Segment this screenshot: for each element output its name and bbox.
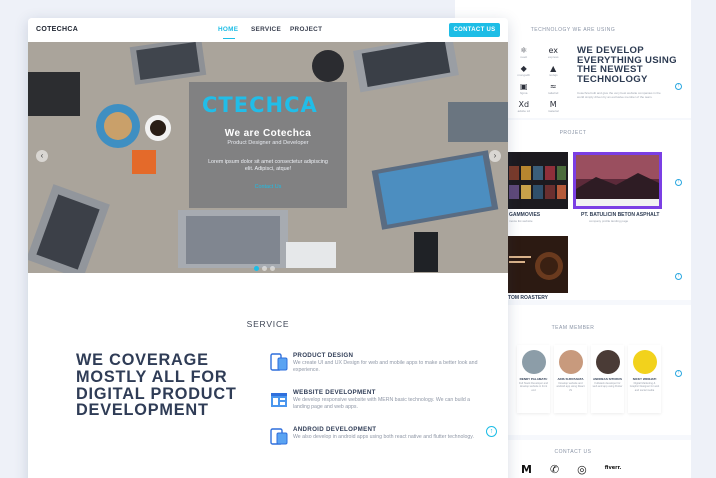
website-development-text: We develop responsive website with MERN … bbox=[293, 397, 471, 410]
carousel-next-icon[interactable]: › bbox=[489, 150, 501, 162]
hero-carousel: CTECHCA We are Cotechca Product Designer… bbox=[28, 42, 508, 273]
product-design-icon bbox=[270, 353, 288, 371]
instagram-icon[interactable]: ◎ bbox=[577, 463, 587, 476]
project-thumbnail-tom-roastery[interactable] bbox=[505, 236, 568, 293]
nodejs-icon: ▲ nodejs bbox=[548, 64, 558, 77]
brand-logo[interactable]: COTECHCA bbox=[36, 26, 78, 33]
android-development-title: ANDROID DEVELOPMENT bbox=[293, 426, 377, 433]
carousel-prev-icon[interactable]: ‹ bbox=[36, 150, 48, 162]
hero-description: Lorem ipsum dolor sit amet consectetur a… bbox=[208, 159, 328, 172]
fiverr-icon[interactable]: fiverr. bbox=[605, 463, 621, 476]
tech-icon-grid: ⚛ react ex express ◆ mongodb ▲ nodejs ▣ figma… bbox=[511, 46, 566, 113]
scroll-up-icon[interactable]: ↑ bbox=[675, 179, 682, 186]
express-icon: ex express bbox=[547, 46, 559, 59]
website-development-title: WEBSITE DEVELOPMENT bbox=[293, 389, 376, 396]
avatar bbox=[632, 350, 657, 374]
nav-project[interactable]: PROJECT bbox=[290, 26, 322, 33]
react-icon: ⚛ react bbox=[520, 46, 528, 59]
avatar bbox=[521, 350, 546, 374]
scroll-up-icon[interactable]: ↑ bbox=[675, 273, 682, 280]
hero-contact-link[interactable]: Contact Us bbox=[189, 184, 347, 190]
hero-subtitle: Product Designer and Developer bbox=[227, 140, 309, 146]
contact-icons: M ✆ ◎ fiverr. bbox=[521, 463, 621, 476]
gmail-icon[interactable]: M bbox=[521, 463, 532, 476]
nav-home[interactable]: HOME bbox=[218, 26, 238, 33]
scroll-up-icon[interactable]: ↑ bbox=[675, 370, 682, 377]
project-caption-tom-roastery: TOM ROASTERY bbox=[508, 295, 549, 301]
team-member-card: RENDY PALAMATU Full Stack Developer and … bbox=[517, 345, 550, 413]
member-name: NICKY WIDIHATI bbox=[632, 377, 657, 381]
tech-heading: WE DEVELOP EVERYTHING USING THE NEWEST T… bbox=[577, 45, 677, 85]
team-member-card: ANDREAS SITORUS Fullstack developer for … bbox=[591, 345, 624, 413]
carousel-dot[interactable] bbox=[262, 266, 267, 271]
service-section-title: SERVICE bbox=[246, 319, 290, 329]
material-icon: Mmaterial bbox=[547, 100, 559, 113]
xd-icon: Xd adobe xd bbox=[517, 100, 530, 113]
figma-icon: ▣ figma bbox=[519, 82, 528, 95]
android-development-icon bbox=[270, 428, 288, 445]
nav-service[interactable]: SERVICE bbox=[251, 26, 281, 33]
member-role: Fullstack developer for web and app usin… bbox=[592, 382, 623, 389]
whatsapp-icon[interactable]: ✆ bbox=[550, 463, 559, 476]
member-name: ANDREAS SITORUS bbox=[593, 377, 622, 381]
avatar bbox=[595, 350, 620, 374]
team-member-card: ADIS SURYANATA Develop website and andro… bbox=[554, 345, 587, 413]
tech-description: Cotechca built and give the very best we… bbox=[577, 91, 661, 99]
member-name: RENDY PALAMATU bbox=[519, 377, 548, 381]
project-thumbnail-gammovies[interactable] bbox=[505, 152, 568, 209]
navbar: COTECHCA HOME SERVICE PROJECT CONTACT US bbox=[28, 18, 508, 42]
tom-roastery-screenshot-icon bbox=[505, 236, 568, 293]
member-name: ADIS SURYANATA bbox=[557, 377, 584, 381]
website-development-icon bbox=[271, 393, 287, 407]
project-thumbnail-batulicin[interactable] bbox=[573, 152, 662, 209]
android-development-text: We also develop in android apps using bo… bbox=[293, 434, 474, 440]
project-sub-batulicin: company profile landing page bbox=[589, 219, 629, 223]
team-member-card: NICKY WIDIHATI Digital Marketing & Graph… bbox=[628, 345, 661, 413]
scroll-up-button[interactable]: ↑ bbox=[486, 426, 497, 437]
product-design-title: PRODUCT DESIGN bbox=[293, 352, 354, 359]
mongodb-icon: ◆ mongodb bbox=[517, 64, 530, 77]
member-role: Digital Marketing & Graphic Designer for… bbox=[629, 382, 660, 392]
project-caption-batulicin: PT. BATULICIN BETON ASPHALT bbox=[581, 212, 660, 218]
cotechca-logo: CTECHCA bbox=[202, 93, 318, 117]
avatar bbox=[558, 350, 583, 374]
hero-title: We are Cotechca bbox=[224, 128, 312, 139]
scroll-up-icon[interactable]: ↑ bbox=[675, 83, 682, 90]
batulicin-screenshot-icon bbox=[576, 155, 659, 206]
carousel-dot[interactable] bbox=[254, 266, 259, 271]
project-caption-gammovies: GAMMOVIES bbox=[509, 212, 541, 218]
carousel-dot[interactable] bbox=[270, 266, 275, 271]
contact-us-button[interactable]: CONTACT US bbox=[449, 23, 500, 37]
product-design-text: We create UI and UX Design for web and m… bbox=[293, 360, 478, 373]
main-page-window: COTECHCA HOME SERVICE PROJECT CONTACT US bbox=[28, 18, 508, 478]
service-heading: WE COVERAGE MOSTLY ALL FOR DIGITAL PRODU… bbox=[76, 351, 237, 420]
active-nav-indicator bbox=[223, 38, 235, 39]
gammovies-screenshot-icon bbox=[505, 152, 568, 209]
member-role: Full Stack Developer and develop website… bbox=[519, 382, 548, 392]
project-sub-gammovies: movie list website bbox=[509, 219, 533, 223]
tailwind-icon: ≈ tailwind bbox=[548, 82, 559, 95]
member-role: Develop website and android app using Re… bbox=[556, 382, 585, 392]
